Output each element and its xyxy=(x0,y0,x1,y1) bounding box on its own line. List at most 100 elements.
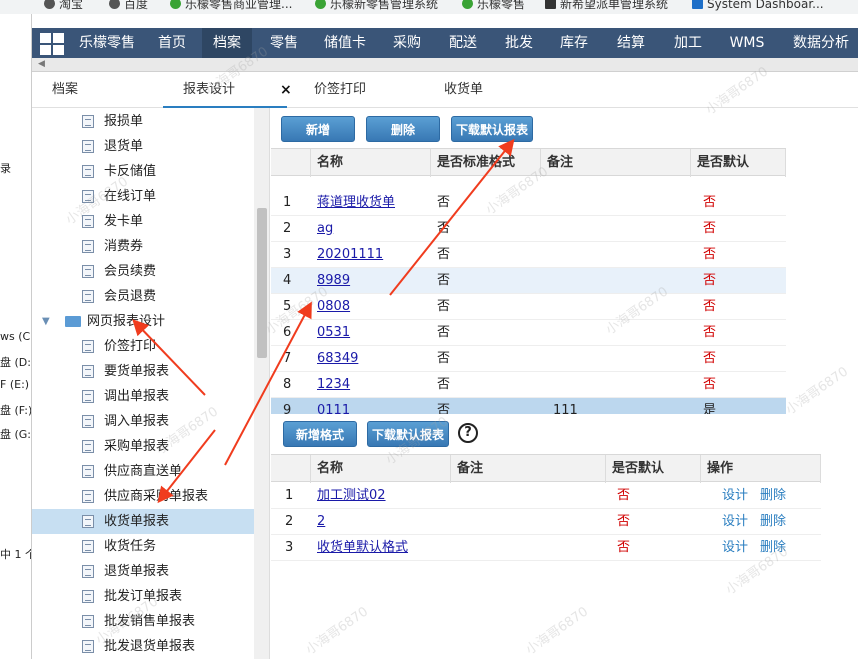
col-format-action[interactable]: 操作 xyxy=(701,455,821,483)
bookmark-lemeng-new[interactable]: 乐檬新零售管理系统 xyxy=(315,0,438,12)
tree-item[interactable]: 在线订单 xyxy=(32,184,254,209)
bookmark-lemeng-biz[interactable]: 乐檬零售商业管理... xyxy=(170,0,292,12)
nav-data-analysis[interactable]: 数据分析 xyxy=(784,28,858,58)
tree-item[interactable]: 退货单报表 xyxy=(32,559,254,584)
tab-price-label[interactable]: 价签打印 xyxy=(314,72,366,108)
table-row[interactable]: 6 0531 否 否 xyxy=(271,320,786,346)
col-remark[interactable]: 备注 xyxy=(541,149,691,177)
nav-brand[interactable]: 乐檬零售 xyxy=(72,28,142,58)
bookmark-baidu[interactable]: 百度 xyxy=(109,0,148,12)
tree-item[interactable]: 卡反储值 xyxy=(32,159,254,184)
nav-stored-card[interactable]: 储值卡 xyxy=(315,28,375,58)
report-tree: 报损单 退货单 卡反储值 在线订单 发卡单 消费券 会员续费 会员退费 ▼ 网页… xyxy=(32,108,270,659)
tree-item[interactable]: 批发退货单报表 xyxy=(32,634,254,659)
tree-item[interactable]: 调出单报表 xyxy=(32,384,254,409)
report-name-link[interactable]: 1234 xyxy=(317,372,350,398)
document-icon xyxy=(82,440,94,453)
delete-button[interactable]: 删除 xyxy=(366,116,440,142)
tree-item[interactable]: 会员续费 xyxy=(32,259,254,284)
col-format-name[interactable]: 名称 xyxy=(311,455,451,483)
tree-item[interactable]: 会员退费 xyxy=(32,284,254,309)
tree-item[interactable]: 报损单 xyxy=(32,109,254,134)
nav-processing[interactable]: 加工 xyxy=(663,28,713,58)
report-name-link[interactable]: 68349 xyxy=(317,346,358,372)
nav-purchase[interactable]: 采购 xyxy=(382,28,432,58)
delete-link[interactable]: 删除 xyxy=(760,509,786,535)
tree-scrollbar[interactable] xyxy=(254,108,269,659)
tree-folder[interactable]: ▼ 网页报表设计 xyxy=(32,309,254,334)
nav-wms[interactable]: WMS xyxy=(722,28,772,58)
document-icon xyxy=(82,265,94,278)
table-row[interactable]: 9 0111 否 111 是 xyxy=(271,398,786,414)
nav-inventory[interactable]: 库存 xyxy=(549,28,599,58)
tree-item[interactable]: 采购单报表 xyxy=(32,434,254,459)
tree-item[interactable]: 要货单报表 xyxy=(32,359,254,384)
scroll-left-icon[interactable]: ◀ xyxy=(38,59,45,69)
tab-receipt[interactable]: 收货单 xyxy=(444,72,483,108)
table-row[interactable]: 3 收货单默认格式 否 设计 删除 xyxy=(271,535,821,561)
browser-icon xyxy=(44,0,55,9)
format-name-link[interactable]: 收货单默认格式 xyxy=(317,535,408,561)
nav-wholesale[interactable]: 批发 xyxy=(494,28,544,58)
add-button[interactable]: 新增 xyxy=(281,116,355,142)
table-row[interactable]: 2 ag 否 否 xyxy=(271,216,786,242)
horizontal-scrollbar[interactable]: ◀ xyxy=(32,58,858,72)
table-row[interactable]: 1 加工测试02 否 设计 删除 xyxy=(271,483,821,509)
tree-item[interactable]: 收货单报表 xyxy=(32,509,254,534)
table-row[interactable]: 1 蒋道理收货单 否 否 xyxy=(271,190,786,216)
folder-icon xyxy=(65,316,81,327)
report-name-link[interactable]: 0111 xyxy=(317,398,350,414)
tree-item[interactable]: 调入单报表 xyxy=(32,409,254,434)
document-icon xyxy=(82,290,94,303)
nav-settlement[interactable]: 结算 xyxy=(606,28,656,58)
tree-item[interactable]: 供应商采购单报表 xyxy=(32,484,254,509)
document-icon xyxy=(82,365,94,378)
report-name-link[interactable]: 0531 xyxy=(317,320,350,346)
table-row[interactable]: 8 1234 否 否 xyxy=(271,372,786,398)
bookmark-dashboard[interactable]: System Dashboar... xyxy=(692,0,824,12)
col-format-default[interactable]: 是否默认 xyxy=(606,455,701,483)
tree-item[interactable]: 退货单 xyxy=(32,134,254,159)
report-name-link[interactable]: 20201111 xyxy=(317,242,383,268)
col-default[interactable]: 是否默认 xyxy=(691,149,786,177)
format-name-link[interactable]: 2 xyxy=(317,509,325,535)
report-name-link[interactable]: 蒋道理收货单 xyxy=(317,190,395,216)
design-link[interactable]: 设计 xyxy=(722,483,748,509)
leaf-icon xyxy=(462,0,473,9)
bookmark-taobao[interactable]: 淘宝 xyxy=(44,0,83,12)
help-icon[interactable]: ? xyxy=(458,423,478,443)
table-row[interactable]: 7 68349 否 否 xyxy=(271,346,786,372)
bookmark-lemeng[interactable]: 乐檬零售 xyxy=(462,0,525,12)
format-name-link[interactable]: 加工测试02 xyxy=(317,483,386,509)
table-row[interactable]: 4 8989 否 否 xyxy=(271,268,786,294)
tree-item[interactable]: 收货任务 xyxy=(32,534,254,559)
tab-archive[interactable]: 档案 xyxy=(52,72,78,108)
scroll-thumb[interactable] xyxy=(257,208,267,358)
col-name[interactable]: 名称 xyxy=(311,149,431,177)
nav-home[interactable]: 首页 xyxy=(147,28,197,58)
tree-item[interactable]: 价签打印 xyxy=(32,334,254,359)
col-format-remark[interactable]: 备注 xyxy=(451,455,606,483)
document-icon xyxy=(82,165,94,178)
document-icon xyxy=(82,465,94,478)
table-row[interactable]: 3 20201111 否 否 xyxy=(271,242,786,268)
table-row[interactable]: 5 0808 否 否 xyxy=(271,294,786,320)
design-link[interactable]: 设计 xyxy=(722,509,748,535)
delete-link[interactable]: 删除 xyxy=(760,483,786,509)
add-format-button[interactable]: 新增格式 xyxy=(283,421,357,447)
design-link[interactable]: 设计 xyxy=(722,535,748,561)
download-default-report-button[interactable]: 下载默认报表 xyxy=(451,116,533,142)
table-row[interactable]: 2 2 否 设计 删除 xyxy=(271,509,821,535)
document-icon xyxy=(82,240,94,253)
tree-item[interactable]: 供应商直送单 xyxy=(32,459,254,484)
browser-icon xyxy=(109,0,120,9)
document-icon xyxy=(82,515,94,528)
tab-close-icon[interactable]: × xyxy=(280,72,292,108)
collapse-icon[interactable]: ▼ xyxy=(42,309,50,334)
bookmark-xinxiwang[interactable]: 新希望派单管理系统 xyxy=(545,0,668,12)
report-name-link[interactable]: ag xyxy=(317,216,333,242)
nav-delivery[interactable]: 配送 xyxy=(438,28,488,58)
app-logo-icon xyxy=(40,33,64,55)
tree-item[interactable]: 消费券 xyxy=(32,234,254,259)
document-icon xyxy=(82,140,94,153)
